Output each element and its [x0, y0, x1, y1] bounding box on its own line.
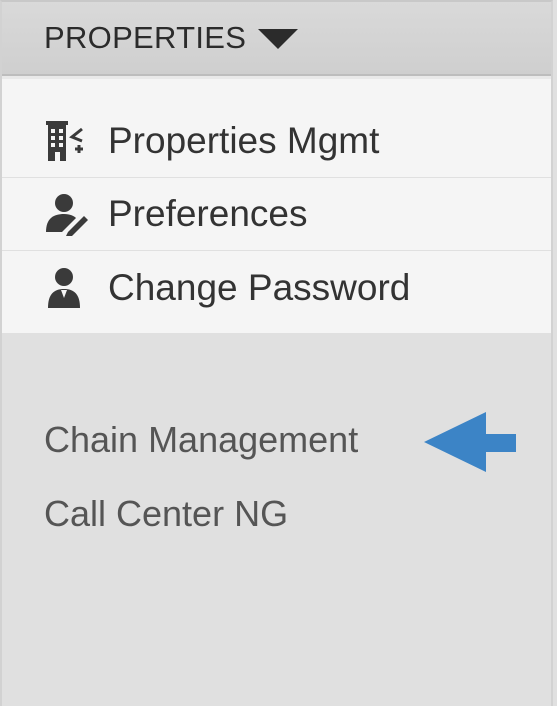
menu-item-label: Preferences — [108, 193, 308, 234]
properties-menu: Properties Mgmt Preferences Change Passw… — [2, 76, 551, 333]
building-icon — [44, 119, 90, 163]
properties-dropdown-toggle[interactable]: PROPERTIES — [2, 2, 551, 76]
chain-management-link[interactable]: Chain Management — [44, 419, 358, 461]
user-edit-icon — [44, 192, 90, 236]
menu-item-change-password[interactable]: Change Password — [2, 251, 551, 333]
menu-item-preferences[interactable]: Preferences — [2, 178, 551, 251]
left-arrow-icon — [422, 410, 518, 479]
menu-item-label: Properties Mgmt — [108, 120, 380, 161]
link-row: Chain Management — [44, 403, 551, 477]
user-icon — [44, 266, 90, 310]
secondary-links: Chain Management Call Center NG — [2, 333, 551, 551]
call-center-ng-link[interactable]: Call Center NG — [44, 493, 288, 535]
link-row: Call Center NG — [44, 477, 551, 551]
menu-item-properties-mgmt[interactable]: Properties Mgmt — [2, 105, 551, 178]
properties-panel: PROPERTIES Properties Mgmt Preferences C… — [0, 0, 553, 706]
caret-down-icon — [258, 29, 299, 49]
menu-item-label: Change Password — [108, 267, 411, 308]
properties-header-title: PROPERTIES — [44, 20, 247, 55]
